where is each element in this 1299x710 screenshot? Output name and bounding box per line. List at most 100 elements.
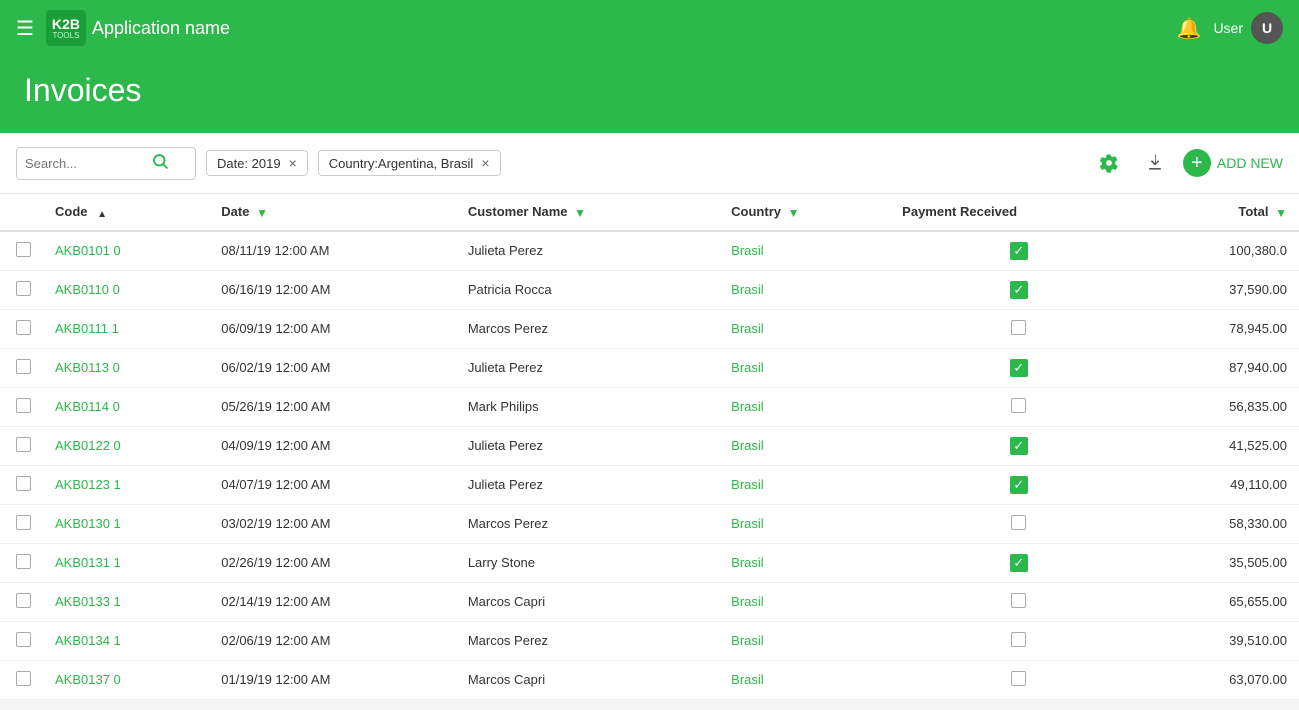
col-customer[interactable]: Customer Name ▼	[456, 194, 719, 231]
row-payment[interactable]: ✓	[890, 543, 1147, 582]
payment-checkbox-checked[interactable]: ✓	[1010, 242, 1028, 260]
date-filter-remove-icon[interactable]: ×	[289, 155, 297, 171]
date-filter-chip[interactable]: Date: 2019 ×	[206, 150, 308, 176]
row-payment[interactable]	[890, 309, 1147, 348]
row-country: Brasil	[719, 348, 890, 387]
row-country: Brasil	[719, 465, 890, 504]
row-total: 58,330.00	[1147, 504, 1299, 543]
country-filter-chip[interactable]: Country:Argentina, Brasil ×	[318, 150, 501, 176]
row-checkbox[interactable]	[16, 359, 31, 374]
row-date: 03/02/19 12:00 AM	[209, 504, 456, 543]
row-checkbox[interactable]	[16, 554, 31, 569]
row-code[interactable]: AKB0130 1	[43, 504, 209, 543]
payment-checkbox-checked[interactable]: ✓	[1010, 281, 1028, 299]
date-filter-label: Date: 2019	[217, 156, 281, 171]
row-payment[interactable]: ✓	[890, 426, 1147, 465]
row-code[interactable]: AKB0133 1	[43, 582, 209, 621]
payment-checkbox[interactable]	[1011, 320, 1026, 335]
payment-checkbox-checked[interactable]: ✓	[1010, 476, 1028, 494]
row-total: 78,945.00	[1147, 309, 1299, 348]
row-checkbox[interactable]	[16, 242, 31, 257]
row-checkbox[interactable]	[16, 281, 31, 296]
payment-checkbox[interactable]	[1011, 515, 1026, 530]
add-new-button[interactable]: + ADD NEW	[1183, 149, 1283, 177]
row-code[interactable]: AKB0131 1	[43, 543, 209, 582]
code-sort-icon[interactable]	[94, 206, 107, 220]
row-customer: Marcos Perez	[456, 504, 719, 543]
col-country[interactable]: Country ▼	[719, 194, 890, 231]
row-date: 04/09/19 12:00 AM	[209, 426, 456, 465]
table-row: AKB0122 0 04/09/19 12:00 AM Julieta Pere…	[0, 426, 1299, 465]
col-code[interactable]: Code	[43, 194, 209, 231]
search-box[interactable]	[16, 147, 196, 180]
row-checkbox[interactable]	[16, 671, 31, 686]
payment-checkbox-checked[interactable]: ✓	[1010, 437, 1028, 455]
row-checkbox-cell[interactable]	[0, 426, 43, 465]
col-payment: Payment Received	[890, 194, 1147, 231]
payment-checkbox-checked[interactable]: ✓	[1010, 359, 1028, 377]
col-date[interactable]: Date ▼	[209, 194, 456, 231]
search-icon[interactable]	[151, 152, 169, 175]
row-code[interactable]: AKB0134 1	[43, 621, 209, 660]
row-payment[interactable]	[890, 621, 1147, 660]
country-filter-remove-icon[interactable]: ×	[481, 155, 489, 171]
row-code[interactable]: AKB0110 0	[43, 270, 209, 309]
row-checkbox-cell[interactable]	[0, 387, 43, 426]
payment-checkbox[interactable]	[1011, 593, 1026, 608]
row-checkbox-cell[interactable]	[0, 270, 43, 309]
row-checkbox-cell[interactable]	[0, 309, 43, 348]
row-checkbox-cell[interactable]	[0, 621, 43, 660]
row-code[interactable]: AKB0137 0	[43, 660, 209, 699]
total-filter-icon[interactable]: ▼	[1275, 206, 1287, 220]
download-button[interactable]	[1137, 145, 1173, 181]
row-payment[interactable]: ✓	[890, 231, 1147, 271]
row-checkbox-cell[interactable]	[0, 231, 43, 271]
row-total: 49,110.00	[1147, 465, 1299, 504]
row-payment[interactable]: ✓	[890, 270, 1147, 309]
row-checkbox-cell[interactable]	[0, 348, 43, 387]
row-customer: Marcos Capri	[456, 582, 719, 621]
row-checkbox[interactable]	[16, 320, 31, 335]
country-filter-icon[interactable]: ▼	[788, 206, 800, 220]
row-payment[interactable]: ✓	[890, 465, 1147, 504]
settings-button[interactable]	[1091, 145, 1127, 181]
row-payment[interactable]	[890, 504, 1147, 543]
row-payment[interactable]: ✓	[890, 348, 1147, 387]
row-checkbox-cell[interactable]	[0, 582, 43, 621]
row-checkbox[interactable]	[16, 398, 31, 413]
row-checkbox[interactable]	[16, 437, 31, 452]
row-total: 65,655.00	[1147, 582, 1299, 621]
row-code[interactable]: AKB0122 0	[43, 426, 209, 465]
avatar[interactable]: U	[1251, 12, 1283, 44]
row-checkbox[interactable]	[16, 515, 31, 530]
row-checkbox[interactable]	[16, 593, 31, 608]
row-checkbox[interactable]	[16, 476, 31, 491]
row-code[interactable]: AKB0113 0	[43, 348, 209, 387]
row-checkbox-cell[interactable]	[0, 504, 43, 543]
row-code[interactable]: AKB0111 1	[43, 309, 209, 348]
row-checkbox-cell[interactable]	[0, 543, 43, 582]
search-input[interactable]	[25, 156, 145, 171]
row-code[interactable]: AKB0101 0	[43, 231, 209, 271]
row-payment[interactable]	[890, 387, 1147, 426]
payment-checkbox[interactable]	[1011, 632, 1026, 647]
invoices-table-wrap: Code Date ▼ Customer Name ▼ Country ▼ Pa…	[0, 194, 1299, 700]
user-menu[interactable]: User U	[1213, 12, 1283, 44]
payment-checkbox[interactable]	[1011, 398, 1026, 413]
date-filter-icon[interactable]: ▼	[256, 206, 268, 220]
payment-checkbox-checked[interactable]: ✓	[1010, 554, 1028, 572]
row-checkbox[interactable]	[16, 632, 31, 647]
row-payment[interactable]	[890, 582, 1147, 621]
row-payment[interactable]	[890, 660, 1147, 699]
row-checkbox-cell[interactable]	[0, 660, 43, 699]
customer-filter-icon[interactable]: ▼	[574, 206, 586, 220]
col-total[interactable]: Total ▼	[1147, 194, 1299, 231]
notifications-bell-icon[interactable]: 🔔	[1177, 16, 1202, 41]
row-code[interactable]: AKB0123 1	[43, 465, 209, 504]
table-row: AKB0134 1 02/06/19 12:00 AM Marcos Perez…	[0, 621, 1299, 660]
payment-checkbox[interactable]	[1011, 671, 1026, 686]
menu-icon[interactable]: ☰	[16, 16, 34, 41]
row-code[interactable]: AKB0114 0	[43, 387, 209, 426]
row-total: 35,505.00	[1147, 543, 1299, 582]
row-checkbox-cell[interactable]	[0, 465, 43, 504]
